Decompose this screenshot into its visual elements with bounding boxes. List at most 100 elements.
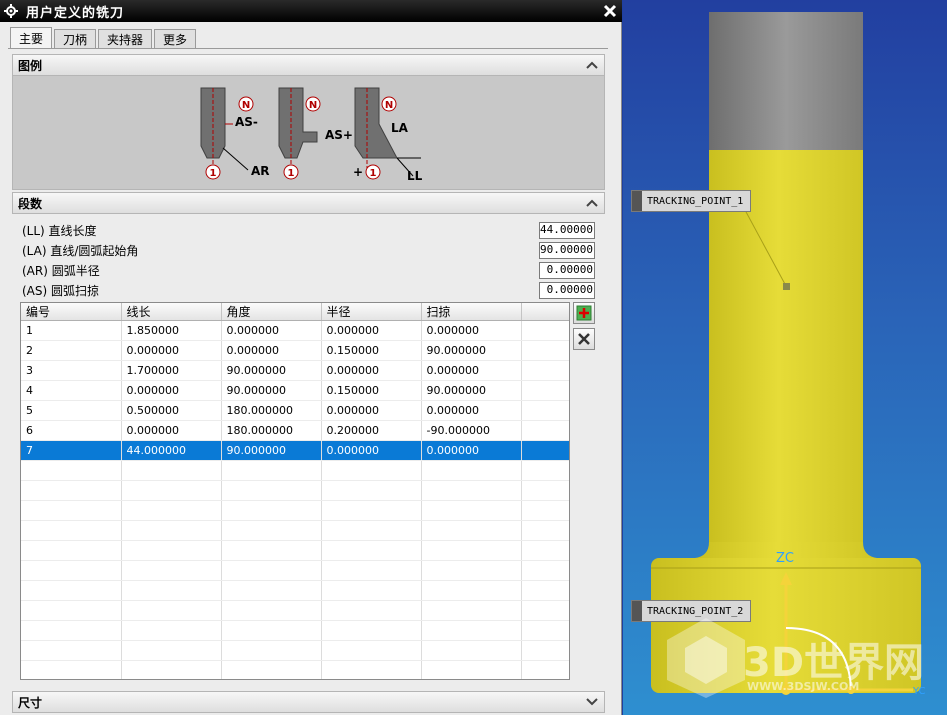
table-row[interactable]: 4 0.000000 90.000000 0.150000 90.000000 — [21, 380, 569, 401]
graphics-viewport[interactable]: TRACKING_POINT_1 TRACKING_POINT_2 ZC YC … — [623, 0, 947, 715]
table-cell-empty[interactable] — [321, 480, 422, 501]
table-row[interactable]: 1 1.850000 0.000000 0.000000 0.000000 — [21, 320, 569, 341]
col-header-sweep[interactable]: 扫掠 — [421, 303, 522, 321]
table-cell-empty[interactable] — [221, 480, 322, 501]
add-segment-button[interactable] — [573, 302, 595, 324]
col-header-radius[interactable]: 半径 — [321, 303, 422, 321]
table-row[interactable] — [21, 640, 569, 661]
table-cell-empty[interactable] — [121, 640, 222, 661]
table-cell-empty[interactable] — [521, 360, 569, 381]
chevron-up-icon[interactable] — [584, 195, 600, 211]
table-cell[interactable]: 90.000000 — [221, 360, 322, 381]
table-cell-empty[interactable] — [121, 460, 222, 481]
table-cell[interactable]: 90.000000 — [421, 340, 522, 361]
col-header-length[interactable]: 线长 — [121, 303, 222, 321]
table-cell[interactable]: 1.850000 — [121, 320, 222, 341]
table-row[interactable] — [21, 540, 569, 561]
table-cell-empty[interactable] — [21, 580, 122, 601]
table-cell-empty[interactable] — [21, 520, 122, 541]
table-cell-empty[interactable] — [521, 460, 569, 481]
table-cell[interactable]: 90.000000 — [221, 440, 322, 461]
table-cell[interactable]: 0.000000 — [121, 340, 222, 361]
table-row[interactable] — [21, 600, 569, 621]
table-cell-empty[interactable] — [321, 600, 422, 621]
table-cell-empty[interactable] — [421, 480, 522, 501]
chevron-up-icon[interactable] — [584, 57, 600, 73]
table-row[interactable]: 6 0.000000 180.000000 0.200000 -90.000000 — [21, 420, 569, 441]
table-cell-empty[interactable] — [121, 560, 222, 581]
table-cell-empty[interactable] — [521, 520, 569, 541]
table-cell-empty[interactable] — [321, 500, 422, 521]
table-cell[interactable]: 0.000000 — [421, 440, 522, 461]
table-cell-empty[interactable] — [521, 540, 569, 561]
table-cell[interactable]: 7 — [21, 440, 122, 461]
table-cell-empty[interactable] — [21, 480, 122, 501]
table-cell-empty[interactable] — [521, 560, 569, 581]
table-cell-empty[interactable] — [421, 580, 522, 601]
table-cell[interactable]: 0.000000 — [321, 360, 422, 381]
table-cell-empty[interactable] — [321, 580, 422, 601]
table-cell-empty[interactable] — [121, 660, 222, 679]
table-cell[interactable]: -90.000000 — [421, 420, 522, 441]
tab-main[interactable]: 主要 — [10, 27, 53, 49]
table-cell[interactable]: 0.000000 — [321, 320, 422, 341]
table-cell-empty[interactable] — [321, 520, 422, 541]
table-cell-empty[interactable] — [521, 440, 569, 461]
table-cell-empty[interactable] — [321, 660, 422, 679]
table-cell[interactable]: 3 — [21, 360, 122, 381]
table-cell-empty[interactable] — [521, 580, 569, 601]
table-cell[interactable]: 0.150000 — [321, 380, 422, 401]
table-cell-empty[interactable] — [121, 600, 222, 621]
table-cell-empty[interactable] — [221, 540, 322, 561]
table-cell-empty[interactable] — [21, 600, 122, 621]
table-cell-empty[interactable] — [521, 500, 569, 521]
table-cell[interactable]: 5 — [21, 400, 122, 421]
table-row[interactable] — [21, 580, 569, 601]
table-cell-empty[interactable] — [221, 560, 322, 581]
table-cell-empty[interactable] — [121, 520, 222, 541]
table-cell[interactable]: 0.000000 — [321, 440, 422, 461]
table-row[interactable] — [21, 500, 569, 521]
table-cell-empty[interactable] — [221, 580, 322, 601]
tab-holder[interactable]: 夹持器 — [98, 29, 153, 49]
table-cell[interactable]: 0.150000 — [321, 340, 422, 361]
table-cell-empty[interactable] — [221, 600, 322, 621]
table-cell[interactable]: 180.000000 — [221, 420, 322, 441]
chevron-down-icon[interactable] — [584, 694, 600, 710]
table-cell-empty[interactable] — [521, 340, 569, 361]
la-input[interactable]: 90.00000 — [539, 241, 595, 259]
table-cell[interactable]: 4 — [21, 380, 122, 401]
gear-icon[interactable] — [2, 2, 20, 20]
table-cell-empty[interactable] — [521, 480, 569, 501]
table-cell-empty[interactable] — [421, 560, 522, 581]
delete-segment-button[interactable] — [573, 328, 595, 350]
table-cell[interactable]: 0.000000 — [221, 340, 322, 361]
table-row[interactable] — [21, 560, 569, 581]
table-row[interactable]: 5 0.500000 180.000000 0.000000 0.000000 — [21, 400, 569, 421]
table-cell[interactable]: 0.000000 — [421, 320, 522, 341]
table-cell-empty[interactable] — [521, 600, 569, 621]
table-cell-empty[interactable] — [221, 640, 322, 661]
table-row[interactable]: 3 1.700000 90.000000 0.000000 0.000000 — [21, 360, 569, 381]
table-cell-empty[interactable] — [21, 500, 122, 521]
table-cell-empty[interactable] — [521, 400, 569, 421]
table-row[interactable] — [21, 620, 569, 641]
table-cell-empty[interactable] — [421, 500, 522, 521]
segments-table[interactable]: 编号 线长 角度 半径 扫掠 1 1.850000 0.000000 0.000000… — [20, 302, 570, 680]
ll-input[interactable]: 44.00000 — [539, 221, 595, 239]
table-cell[interactable]: 1.700000 — [121, 360, 222, 381]
table-cell[interactable]: 44.000000 — [121, 440, 222, 461]
table-cell-empty[interactable] — [321, 540, 422, 561]
table-cell-empty[interactable] — [21, 560, 122, 581]
table-cell-empty[interactable] — [21, 660, 122, 679]
table-cell-empty[interactable] — [421, 460, 522, 481]
table-cell-empty[interactable] — [321, 460, 422, 481]
table-cell-empty[interactable] — [521, 320, 569, 341]
table-cell-empty[interactable] — [221, 520, 322, 541]
col-header-number[interactable]: 编号 — [21, 303, 122, 321]
table-cell-empty[interactable] — [521, 660, 569, 679]
close-icon[interactable] — [600, 1, 620, 21]
table-cell[interactable]: 0.000000 — [321, 400, 422, 421]
table-cell[interactable]: 90.000000 — [221, 380, 322, 401]
table-cell-empty[interactable] — [121, 500, 222, 521]
